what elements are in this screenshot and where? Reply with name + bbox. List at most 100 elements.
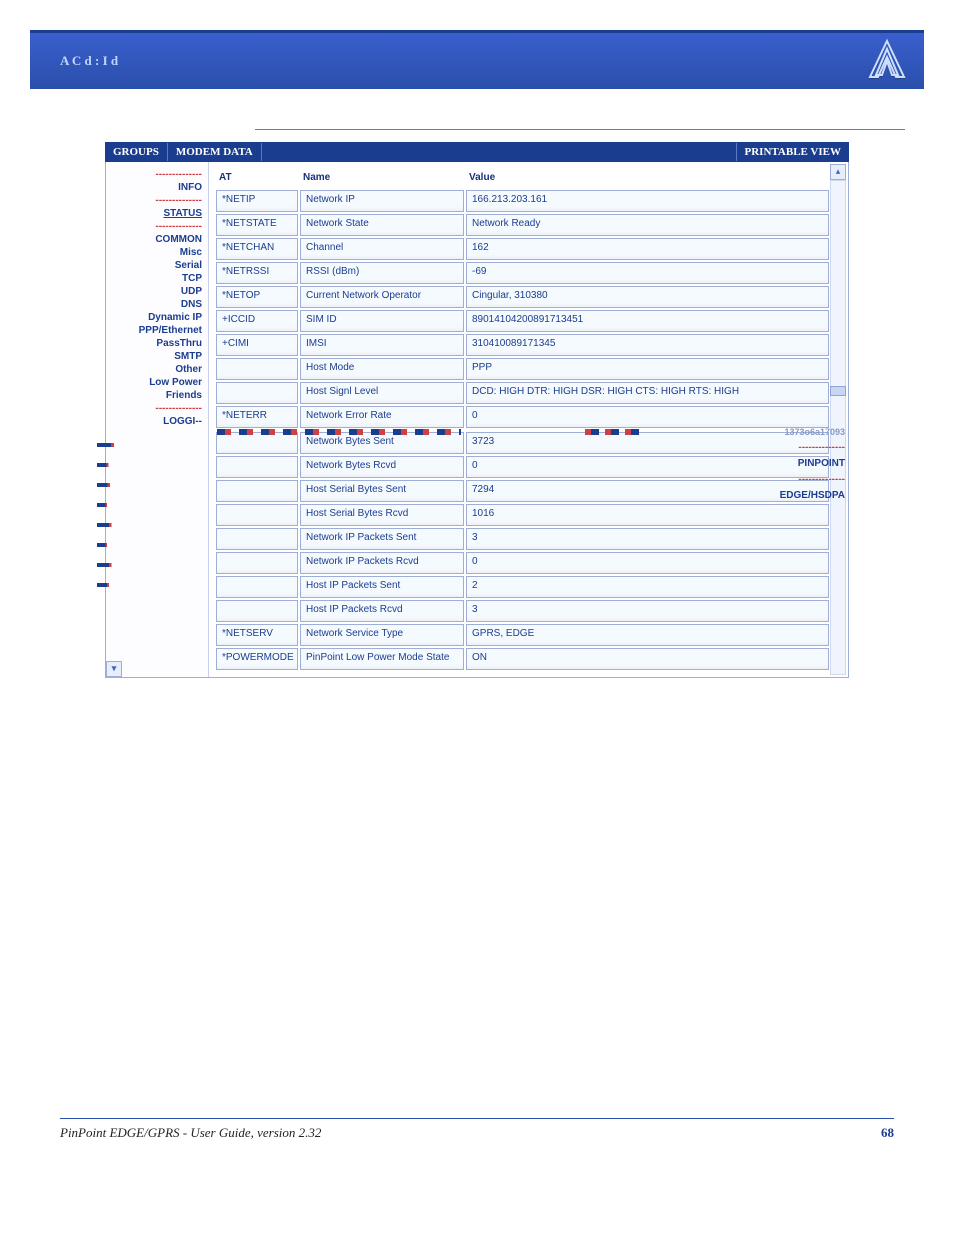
table-row: Host Mode PPP	[215, 357, 830, 381]
tab-modem-data[interactable]: MODEM DATA	[168, 143, 262, 161]
table-row: Network IP Packets Sent 3	[215, 527, 830, 551]
sidebar-item-passthru[interactable]: PassThru	[108, 337, 202, 350]
footer-title: PinPoint EDGE/GPRS - User Guide, version…	[60, 1125, 321, 1141]
sidebar-item-pinpoint[interactable]: PINPOINT	[727, 454, 845, 473]
cell-at: *NETOP	[216, 286, 298, 308]
sidebar-item-common[interactable]: COMMON	[108, 233, 202, 246]
cell-at	[216, 358, 298, 380]
cell-name: PinPoint Low Power Mode State	[300, 648, 464, 670]
col-at: AT	[215, 168, 299, 189]
cell-name: SIM ID	[300, 310, 464, 332]
sidebar-item-misc[interactable]: Misc	[108, 246, 202, 259]
table-row: *NETSERV Network Service Type GPRS, EDGE	[215, 623, 830, 647]
col-value: Value	[465, 168, 830, 189]
sidebar-item-ppp-ethernet[interactable]: PPP/Ethernet	[108, 324, 202, 337]
printable-view-button[interactable]: PRINTABLE VIEW	[736, 143, 849, 161]
cell-at	[216, 382, 298, 404]
sidebar-item-friends[interactable]: Friends	[108, 389, 202, 402]
cell-value: 2	[466, 576, 829, 598]
sidebar-item-status[interactable]: STATUS	[108, 207, 202, 220]
cell-name: Host Signl Level	[300, 382, 464, 404]
sidebar-item-serial[interactable]: Serial	[108, 259, 202, 272]
window-topbar: GROUPS MODEM DATA PRINTABLE VIEW	[105, 142, 849, 162]
brand-logo-icon	[864, 37, 910, 87]
table-row: *NETIP Network IP 166.213.203.161	[215, 189, 830, 213]
sidebar-item-other[interactable]: Other	[108, 363, 202, 376]
scroll-up-icon[interactable]: ▴	[830, 164, 846, 180]
tab-groups[interactable]: GROUPS	[105, 143, 168, 161]
cell-value: 166.213.203.161	[466, 190, 829, 212]
cell-name: RSSI (dBm)	[300, 262, 464, 284]
cell-name: Host Mode	[300, 358, 464, 380]
table-row: +ICCID SIM ID 89014104200891713451	[215, 309, 830, 333]
cell-name: Network IP	[300, 190, 464, 212]
cell-name: Network IP Packets Sent	[300, 528, 464, 550]
cell-at	[216, 576, 298, 598]
cell-value: 89014104200891713451	[466, 310, 829, 332]
app-window: GROUPS MODEM DATA PRINTABLE VIEW -------…	[105, 129, 849, 678]
cell-value: 3	[466, 528, 829, 550]
col-name: Name	[299, 168, 465, 189]
cell-at	[216, 528, 298, 550]
sidebar-separator: --------------	[108, 169, 202, 180]
sidebar-item-low-power[interactable]: Low Power	[108, 376, 202, 389]
sidebar-item-edge-hsdpa[interactable]: EDGE/HSDPA	[727, 486, 845, 505]
cell-name: Host Serial Bytes Sent	[300, 480, 464, 502]
sidebar-item-smtp[interactable]: SMTP	[108, 350, 202, 363]
cell-name: Host Serial Bytes Rcvd	[300, 504, 464, 526]
cell-name: Host IP Packets Rcvd	[300, 600, 464, 622]
table-row: *NETSTATE Network State Network Ready	[215, 213, 830, 237]
table-row: *NETRSSI RSSI (dBm) -69	[215, 261, 830, 285]
cell-at	[216, 480, 298, 502]
table-row: Network IP Packets Rcvd 0	[215, 551, 830, 575]
sidebar-item-dynamic-ip[interactable]: Dynamic IP	[108, 311, 202, 324]
cell-at: *NETCHAN	[216, 238, 298, 260]
page-header: A C d : I d	[30, 30, 924, 89]
cell-name: Network Service Type	[300, 624, 464, 646]
cell-at	[216, 432, 298, 454]
cell-at: *POWERMODE	[216, 648, 298, 670]
cell-name: Network State	[300, 214, 464, 236]
cell-value: DCD: HIGH DTR: HIGH DSR: HIGH CTS: HIGH …	[466, 382, 829, 404]
cell-at: *NETSTATE	[216, 214, 298, 236]
cell-name: Network Bytes Sent	[300, 432, 464, 454]
table-row: Host Signl Level DCD: HIGH DTR: HIGH DSR…	[215, 381, 830, 405]
sidebar-separator: --------------	[108, 403, 202, 414]
cell-value: PPP	[466, 358, 829, 380]
cell-value: Cingular, 310380	[466, 286, 829, 308]
cell-at	[216, 504, 298, 526]
content-panel: ▴ AT Name Value *NETIP Network IP 166.21…	[209, 162, 848, 677]
sidebar-item-dns[interactable]: DNS	[108, 298, 202, 311]
cell-value: 310410089171345	[466, 334, 829, 356]
cell-value: -69	[466, 262, 829, 284]
cell-name: Channel	[300, 238, 464, 260]
cell-at	[216, 456, 298, 478]
sidebar-separator: --------------	[108, 195, 202, 206]
cell-value: 162	[466, 238, 829, 260]
cell-at: *NETIP	[216, 190, 298, 212]
sidebar-separator: --------------	[108, 221, 202, 232]
cell-name: Network Error Rate	[300, 406, 464, 428]
cell-value: 0	[466, 552, 829, 574]
scrollbar-thumb[interactable]	[830, 386, 846, 396]
cell-value: GPRS, EDGE	[466, 624, 829, 646]
divider	[255, 129, 905, 130]
sidebar-item-udp[interactable]: UDP	[108, 285, 202, 298]
table-row: +CIMI IMSI 310410089171345	[215, 333, 830, 357]
cell-name: Current Network Operator	[300, 286, 464, 308]
cell-at: *NETSERV	[216, 624, 298, 646]
sidebar-item-tcp[interactable]: TCP	[108, 272, 202, 285]
sidebar-garble: 1373o6a17093	[727, 423, 845, 441]
cell-value: Network Ready	[466, 214, 829, 236]
cell-at: +CIMI	[216, 334, 298, 356]
sidebar-scroll-down-icon[interactable]: ▾	[106, 661, 122, 677]
cell-at	[216, 600, 298, 622]
cell-name: Host IP Packets Sent	[300, 576, 464, 598]
sidebar-item-info[interactable]: INFO	[108, 181, 202, 194]
cell-value: 3	[466, 600, 829, 622]
cell-name: Network Bytes Rcvd	[300, 456, 464, 478]
header-text: A C d : I d	[60, 53, 118, 69]
table-row: Host IP Packets Rcvd 3	[215, 599, 830, 623]
page-footer: PinPoint EDGE/GPRS - User Guide, version…	[60, 1118, 894, 1141]
sidebar-item-logging-cut[interactable]: LOGGI--	[108, 415, 202, 427]
